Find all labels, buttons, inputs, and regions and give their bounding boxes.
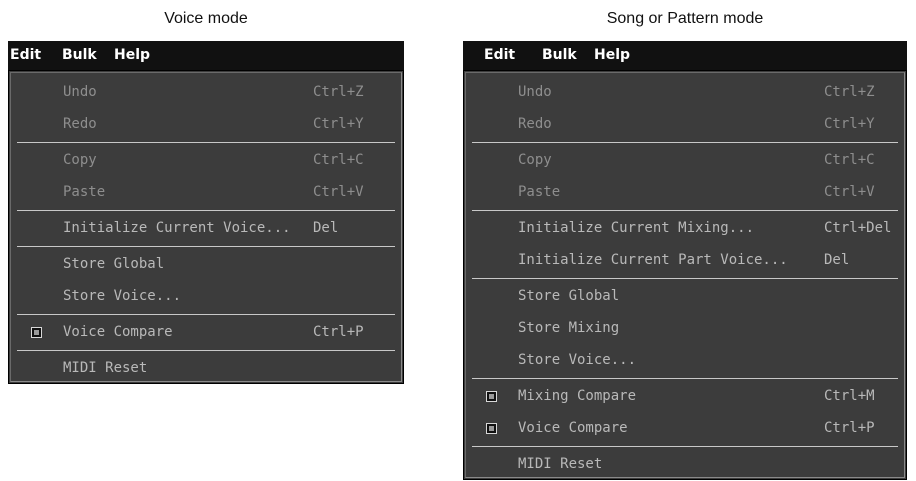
menu-separator (17, 210, 395, 211)
menu-item-shortcut: Ctrl+V (313, 184, 364, 200)
menu-item-shortcut: Del (313, 220, 339, 236)
menu-help[interactable]: Help (594, 47, 630, 64)
menu-item-label: Store Global (518, 288, 620, 304)
menu-separator (17, 350, 395, 351)
menu-item-copy[interactable]: Copy Ctrl+C (466, 145, 904, 177)
menu-item-label: Mixing Compare (518, 388, 637, 404)
menu-separator (472, 278, 898, 279)
menu-item-undo[interactable]: Undo Ctrl+Z (466, 77, 904, 109)
menu-edit[interactable]: Edit (10, 47, 41, 64)
menu-bulk[interactable]: Bulk (542, 47, 577, 64)
menu-item-shortcut: Ctrl+Z (824, 84, 875, 100)
menu-separator (17, 314, 395, 315)
menu-item-redo[interactable]: Redo Ctrl+Y (466, 109, 904, 141)
menu-separator (472, 142, 898, 143)
menu-item-midi-reset[interactable]: MIDI Reset (466, 449, 904, 481)
edit-menu-voice-mode: Undo Ctrl+Z Redo Ctrl+Y Copy Ctrl+C Past… (8, 70, 404, 384)
menu-item-label: Copy (63, 152, 97, 168)
menu-frame: Undo Ctrl+Z Redo Ctrl+Y Copy Ctrl+C Past… (465, 72, 905, 478)
menu-item-paste[interactable]: Paste Ctrl+V (466, 177, 904, 209)
menu-item-shortcut: Ctrl+M (824, 388, 875, 404)
menu-item-shortcut: Ctrl+Y (824, 116, 875, 132)
menu-item-label: Voice Compare (63, 324, 173, 340)
menu-item-copy[interactable]: Copy Ctrl+C (11, 145, 401, 177)
menu-item-undo[interactable]: Undo Ctrl+Z (11, 77, 401, 109)
menu-item-label: Copy (518, 152, 552, 168)
menu-item-shortcut: Ctrl+Y (313, 116, 364, 132)
checkbox-icon (486, 423, 497, 434)
menu-bulk[interactable]: Bulk (62, 47, 97, 64)
menu-item-shortcut: Ctrl+P (313, 324, 364, 340)
menu-item-shortcut: Ctrl+V (824, 184, 875, 200)
menu-separator (17, 142, 395, 143)
menu-help[interactable]: Help (114, 47, 150, 64)
menu-item-mixing-compare[interactable]: Mixing Compare Ctrl+M (466, 381, 904, 413)
menu-bar-song-pattern-mode: Edit Bulk Help (463, 41, 907, 70)
menu-item-label: Store Voice... (63, 288, 182, 304)
menu-item-label: Redo (518, 116, 552, 132)
menu-bar-voice-mode: Edit Bulk Help (8, 41, 404, 70)
menu-item-label: Redo (63, 116, 97, 132)
menu-separator (472, 378, 898, 379)
menu-item-label: Store Voice... (518, 352, 637, 368)
menu-item-label: Store Global (63, 256, 165, 272)
menu-item-label: MIDI Reset (518, 456, 603, 472)
menu-item-initialize-current-mixing[interactable]: Initialize Current Mixing... Ctrl+Del (466, 213, 904, 245)
checkbox-icon (31, 327, 42, 338)
menu-item-store-voice[interactable]: Store Voice... (466, 345, 904, 377)
menu-separator (17, 246, 395, 247)
menu-item-initialize-current-part-voice[interactable]: Initialize Current Part Voice... Del (466, 245, 904, 277)
menu-item-label: Voice Compare (518, 420, 628, 436)
edit-menu-song-pattern-mode: Undo Ctrl+Z Redo Ctrl+Y Copy Ctrl+C Past… (463, 70, 907, 480)
menu-item-voice-compare[interactable]: Voice Compare Ctrl+P (466, 413, 904, 445)
menu-item-label: Undo (518, 84, 552, 100)
menu-edit[interactable]: Edit (484, 47, 515, 64)
menu-item-store-mixing[interactable]: Store Mixing (466, 313, 904, 345)
menu-item-store-voice[interactable]: Store Voice... (11, 281, 401, 313)
menu-item-label: Initialize Current Mixing... (518, 220, 755, 236)
menu-separator (472, 446, 898, 447)
menu-item-shortcut: Ctrl+Del (824, 220, 892, 236)
menu-item-label: Initialize Current Voice... (63, 220, 291, 236)
menu-item-initialize-current-voice[interactable]: Initialize Current Voice... Del (11, 213, 401, 245)
menu-item-label: MIDI Reset (63, 360, 148, 376)
menu-frame: Undo Ctrl+Z Redo Ctrl+Y Copy Ctrl+C Past… (10, 72, 402, 382)
menu-item-voice-compare[interactable]: Voice Compare Ctrl+P (11, 317, 401, 349)
menu-item-shortcut: Ctrl+C (313, 152, 364, 168)
menu-item-shortcut: Del (824, 252, 850, 268)
checkbox-icon (486, 391, 497, 402)
menu-item-shortcut: Ctrl+P (824, 420, 875, 436)
menu-item-label: Undo (63, 84, 97, 100)
voice-mode-caption: Voice mode (164, 10, 248, 27)
menu-item-shortcut: Ctrl+C (824, 152, 875, 168)
menu-item-store-global[interactable]: Store Global (11, 249, 401, 281)
menu-item-shortcut: Ctrl+Z (313, 84, 364, 100)
menu-item-label: Paste (63, 184, 106, 200)
menu-item-paste[interactable]: Paste Ctrl+V (11, 177, 401, 209)
menu-item-label: Initialize Current Part Voice... (518, 252, 788, 268)
menu-separator (472, 210, 898, 211)
menu-item-label: Paste (518, 184, 561, 200)
menu-item-midi-reset[interactable]: MIDI Reset (11, 353, 401, 385)
menu-item-redo[interactable]: Redo Ctrl+Y (11, 109, 401, 141)
song-pattern-mode-caption: Song or Pattern mode (606, 10, 764, 27)
menu-item-label: Store Mixing (518, 320, 620, 336)
menu-item-store-global[interactable]: Store Global (466, 281, 904, 313)
